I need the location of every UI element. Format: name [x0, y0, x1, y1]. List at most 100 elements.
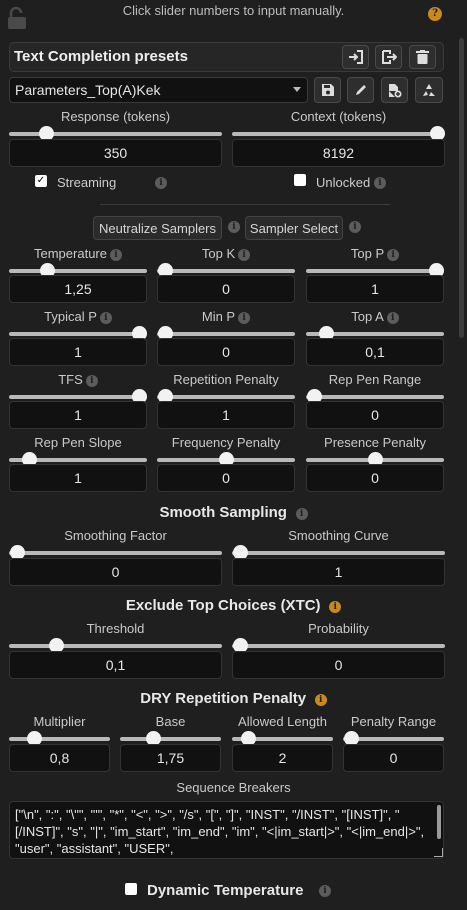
restore-preset-button[interactable] — [415, 77, 443, 103]
dry-multiplier-label: Multiplier — [33, 714, 86, 729]
top-k-label: Top Ki — [157, 246, 295, 261]
unlocked-info-icon[interactable]: i — [374, 177, 386, 189]
presence-penalty-label: Presence Penalty — [306, 435, 444, 450]
tfs-info-icon[interactable]: i — [85, 374, 98, 387]
streaming-checkbox[interactable]: ✓ — [35, 175, 47, 187]
rename-preset-button[interactable] — [347, 77, 374, 103]
import-preset-button[interactable] — [342, 45, 369, 69]
smooth-title: Smooth Sampling — [159, 504, 287, 521]
context-value[interactable]: 8192 — [232, 139, 445, 167]
slider-track[interactable] — [232, 551, 445, 555]
xtc-info-icon[interactable]: i — [329, 600, 342, 613]
save-preset-button[interactable] — [314, 77, 341, 103]
top-p-info-icon[interactable]: i — [387, 248, 400, 261]
new-preset-button[interactable] — [381, 77, 408, 103]
response-label: Response (tokens) — [60, 109, 171, 124]
slider-track[interactable] — [306, 269, 444, 273]
pencil-icon — [355, 85, 366, 95]
smooth-info-icon[interactable]: i — [295, 507, 308, 520]
smoothing-factor-label: Smoothing Factor — [64, 528, 167, 543]
slider-track[interactable] — [157, 269, 295, 273]
dry-info-icon[interactable]: i — [314, 693, 327, 706]
rep-pen-range-label-text: Rep Pen Range — [328, 372, 422, 387]
repetition-penalty-value[interactable]: 1 — [157, 401, 295, 429]
slider-track[interactable] — [120, 737, 221, 741]
sampler-select-info-icon[interactable]: i — [349, 221, 361, 233]
slider-track[interactable] — [157, 395, 295, 399]
delete-preset-button[interactable] — [409, 45, 436, 69]
xtc-threshold-value[interactable]: 0,1 — [9, 651, 222, 679]
slider-track[interactable] — [9, 395, 147, 399]
typical-p-value[interactable]: 1 — [9, 338, 147, 366]
temperature-label-text: Temperature — [34, 246, 107, 261]
min-p-label-text: Min P — [201, 309, 236, 324]
import-icon — [348, 50, 363, 64]
dry-penalty-range-label: Penalty Range — [350, 714, 437, 729]
slider-track[interactable] — [9, 737, 110, 741]
dry-base-value[interactable]: 1,75 — [120, 744, 221, 772]
top-p-value[interactable]: 1 — [306, 275, 444, 303]
xtc-probability-value[interactable]: 0 — [232, 651, 445, 679]
neutralize-samplers-button[interactable]: Neutralize Samplers — [93, 216, 222, 240]
resize-handle-icon[interactable] — [434, 848, 443, 857]
preset-select[interactable]: Parameters_Top(A)Kek — [9, 77, 308, 103]
dry-allowed-length-value[interactable]: 2 — [232, 744, 333, 772]
dynamic-temperature-checkbox[interactable] — [125, 883, 137, 895]
tfs-value[interactable]: 1 — [9, 401, 147, 429]
presence-penalty-label-text: Presence Penalty — [324, 435, 426, 450]
streaming-info-icon[interactable]: i — [155, 177, 167, 189]
unlocked-checkbox[interactable] — [294, 174, 306, 186]
smoothing-factor-value[interactable]: 0 — [9, 558, 222, 586]
slider-track[interactable] — [232, 644, 445, 648]
help-icon[interactable]: ? — [428, 7, 442, 21]
top-a-info-icon[interactable]: i — [386, 311, 399, 324]
rep-pen-slope-label: Rep Pen Slope — [9, 435, 147, 450]
min-p-info-icon[interactable]: i — [238, 311, 251, 324]
dry-section-header: DRY Repetition Penalty i — [0, 690, 467, 707]
dynamic-temperature-title: Dynamic Temperature — [147, 882, 304, 899]
response-value[interactable]: 350 — [9, 139, 222, 167]
dry-penalty-range-value[interactable]: 0 — [343, 744, 444, 772]
dynamic-temperature-info-icon[interactable]: i — [319, 885, 331, 897]
frequency-penalty-value[interactable]: 0 — [157, 464, 295, 492]
neutralize-info-icon[interactable]: i — [228, 221, 240, 233]
rep-pen-slope-value[interactable]: 1 — [9, 464, 147, 492]
sampler-select-button[interactable]: Sampler Select — [245, 216, 343, 240]
textarea-scrollbar[interactable] — [437, 805, 441, 839]
slider-track[interactable] — [306, 395, 444, 399]
min-p-value[interactable]: 0 — [157, 338, 295, 366]
smooth-section-header: Smooth Sampling i — [0, 504, 467, 521]
frequency-penalty-label-text: Frequency Penalty — [171, 435, 281, 450]
scrollbar[interactable] — [459, 38, 464, 338]
sequence-breakers-label: Sequence Breakers — [176, 780, 291, 795]
slider-track[interactable] — [232, 132, 445, 136]
sequence-breakers-input[interactable]: ["\n", ":", "\"", "'", "*", "<", ">", "/… — [9, 801, 444, 859]
dry-multiplier-value[interactable]: 0,8 — [9, 744, 110, 772]
repetition-penalty-label: Repetition Penalty — [157, 372, 295, 387]
top-k-info-icon[interactable]: i — [238, 248, 251, 261]
unlocked-label: Unlocked — [316, 175, 371, 190]
presence-penalty-value[interactable]: 0 — [306, 464, 444, 492]
top-a-value[interactable]: 0,1 — [306, 338, 444, 366]
slider-track[interactable] — [9, 644, 222, 648]
repetition-penalty-label-text: Repetition Penalty — [173, 372, 279, 387]
temperature-value[interactable]: 1,25 — [9, 275, 147, 303]
temperature-label: Temperature i — [9, 246, 147, 261]
slider-track[interactable] — [9, 269, 147, 273]
smoothing-curve-value[interactable]: 1 — [232, 558, 445, 586]
export-preset-button[interactable] — [375, 45, 402, 69]
context-label: Context (tokens) — [290, 109, 387, 124]
dry-title: DRY Repetition Penalty — [140, 690, 307, 707]
slider-track[interactable] — [9, 551, 222, 555]
smoothing-curve-label: Smoothing Curve — [288, 528, 389, 543]
dry-allowed-length-label: Allowed Length — [238, 714, 327, 729]
slider-track[interactable] — [157, 332, 295, 336]
rep-pen-range-value[interactable]: 0 — [306, 401, 444, 429]
top-a-label-text: Top A — [351, 309, 384, 324]
temperature-info-icon[interactable]: i — [109, 248, 122, 261]
top-k-value[interactable]: 0 — [157, 275, 295, 303]
header-hint: Click slider numbers to input manually. — [122, 3, 345, 18]
typical-p-info-icon[interactable]: i — [99, 311, 112, 324]
top-a-label: Top Ai — [306, 309, 444, 324]
slider-track[interactable] — [9, 332, 147, 336]
